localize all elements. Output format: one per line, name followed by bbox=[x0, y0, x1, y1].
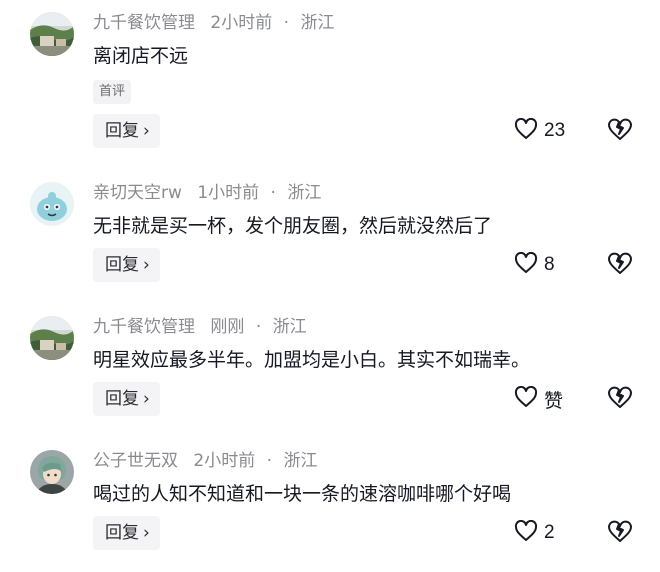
separator: · bbox=[266, 451, 273, 471]
location: 浙江 bbox=[283, 451, 318, 471]
like-button[interactable]: 8 bbox=[514, 248, 555, 282]
broken-heart-icon bbox=[607, 251, 633, 279]
heart-icon bbox=[514, 519, 538, 546]
dislike-button[interactable] bbox=[606, 248, 634, 282]
reply-button[interactable]: 回复 › bbox=[93, 516, 160, 550]
like-button[interactable]: 23 bbox=[514, 114, 565, 148]
chevron-right-icon: › bbox=[143, 121, 150, 141]
first-comment-badge: 首评 bbox=[93, 80, 132, 104]
timestamp: 刚刚 bbox=[210, 317, 245, 337]
timestamp: 1小时前 bbox=[197, 183, 260, 203]
comment-text: 离闭店不远 bbox=[93, 45, 189, 67]
comment-item: 公子世无双 2小时前 · 浙江 喝过的人知不知道和一块一条的速溶咖啡哪个好喝 回… bbox=[0, 438, 660, 572]
like-button[interactable]: 赞 bbox=[514, 382, 563, 416]
broken-heart-icon bbox=[607, 385, 633, 413]
broken-heart-icon bbox=[607, 519, 633, 547]
comment-text: 明星效应最多半年。加盟均是小白。其实不如瑞幸。 bbox=[93, 349, 531, 371]
comment-meta: 九千餐饮管理 刚刚 · 浙江 bbox=[93, 315, 307, 339]
comment-item: 亲切天空rw 1小时前 · 浙江 无非就是买一杯，发个朋友圈，然后就没然后了 回… bbox=[0, 170, 660, 304]
reply-label: 回复 bbox=[105, 121, 139, 141]
separator: · bbox=[255, 317, 262, 337]
broken-heart-icon bbox=[607, 117, 633, 145]
comment-item: 九千餐饮管理 刚刚 · 浙江 明星效应最多半年。加盟均是小白。其实不如瑞幸。 回… bbox=[0, 304, 660, 438]
avatar[interactable] bbox=[30, 316, 74, 360]
reply-label: 回复 bbox=[105, 523, 139, 543]
chevron-right-icon: › bbox=[143, 389, 150, 409]
heart-icon bbox=[514, 251, 538, 278]
location: 浙江 bbox=[300, 13, 335, 33]
username[interactable]: 九千餐饮管理 bbox=[93, 317, 195, 337]
comment-text: 喝过的人知不知道和一块一条的速溶咖啡哪个好喝 bbox=[93, 483, 512, 505]
like-label: 赞 bbox=[544, 389, 564, 412]
reply-label: 回复 bbox=[105, 389, 139, 409]
like-count: 8 bbox=[544, 254, 555, 275]
location: 浙江 bbox=[272, 317, 307, 337]
like-button[interactable]: 2 bbox=[514, 516, 555, 550]
chevron-right-icon: › bbox=[143, 523, 150, 543]
username[interactable]: 公子世无双 bbox=[93, 451, 178, 471]
like-count: 2 bbox=[544, 522, 555, 543]
avatar[interactable] bbox=[30, 12, 74, 56]
username[interactable]: 九千餐饮管理 bbox=[93, 13, 195, 33]
dislike-button[interactable] bbox=[606, 382, 634, 416]
heart-icon bbox=[514, 385, 538, 412]
chevron-right-icon: › bbox=[143, 255, 150, 275]
timestamp: 2小时前 bbox=[210, 13, 273, 33]
username[interactable]: 亲切天空rw bbox=[93, 183, 182, 203]
reply-button[interactable]: 回复 › bbox=[93, 382, 160, 416]
dislike-button[interactable] bbox=[606, 114, 634, 148]
dislike-button[interactable] bbox=[606, 516, 634, 550]
comment-meta: 公子世无双 2小时前 · 浙江 bbox=[93, 449, 317, 473]
reply-label: 回复 bbox=[105, 255, 139, 275]
location: 浙江 bbox=[287, 183, 322, 203]
separator: · bbox=[283, 13, 290, 33]
avatar[interactable] bbox=[30, 450, 74, 494]
reply-button[interactable]: 回复 › bbox=[93, 248, 160, 282]
separator: · bbox=[270, 183, 276, 203]
comment-item: 九千餐饮管理 2小时前 · 浙江 离闭店不远 首评 回复 › 23 bbox=[0, 0, 660, 148]
reply-button[interactable]: 回复 › bbox=[93, 114, 160, 148]
timestamp: 2小时前 bbox=[193, 451, 256, 471]
comment-meta: 九千餐饮管理 2小时前 · 浙江 bbox=[93, 11, 334, 35]
like-count: 23 bbox=[544, 120, 566, 141]
comment-text: 无非就是买一杯，发个朋友圈，然后就没然后了 bbox=[93, 215, 493, 237]
heart-icon bbox=[514, 117, 538, 144]
avatar[interactable] bbox=[30, 182, 74, 226]
comment-meta: 亲切天空rw 1小时前 · 浙江 bbox=[93, 181, 321, 205]
